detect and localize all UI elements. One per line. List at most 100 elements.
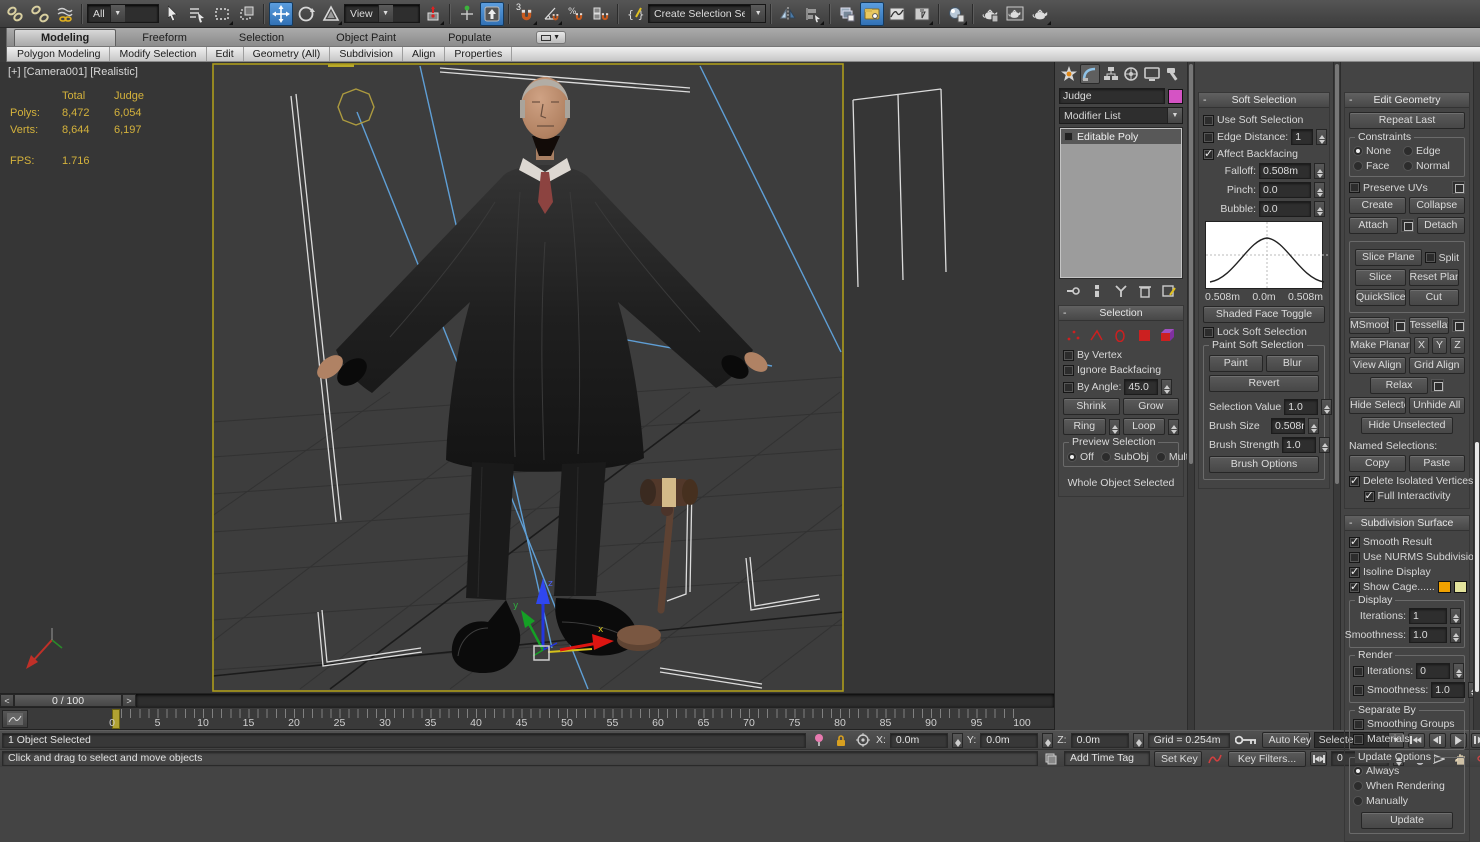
reference-coordinate-dropdown[interactable]: View▼ xyxy=(344,4,420,23)
y-spinner[interactable] xyxy=(1042,733,1053,748)
smoothing-groups-checkbox[interactable] xyxy=(1353,719,1364,730)
show-cage-checkbox[interactable] xyxy=(1349,582,1360,593)
planar-z-button[interactable]: Z xyxy=(1450,337,1465,354)
create-button[interactable]: Create xyxy=(1349,197,1406,214)
window-crossing-toggle-icon[interactable] xyxy=(235,2,259,26)
subtab-align[interactable]: Align xyxy=(403,47,445,61)
mirror-icon[interactable] xyxy=(776,2,800,26)
delete-isolated-vertices-checkbox[interactable] xyxy=(1349,476,1360,487)
cage-color-swatch-1[interactable] xyxy=(1438,581,1451,593)
brush-options-button[interactable]: Brush Options xyxy=(1209,456,1319,473)
subtab-polygon-modeling[interactable]: Polygon Modeling xyxy=(8,47,110,61)
attach-button[interactable]: Attach xyxy=(1349,217,1398,234)
use-nurms-checkbox[interactable] xyxy=(1349,552,1360,563)
repeat-last-button[interactable]: Repeat Last xyxy=(1349,112,1465,129)
edit-geometry-rollout-header[interactable]: -Edit Geometry xyxy=(1345,93,1469,108)
orbit-camera-icon[interactable] xyxy=(1474,751,1480,767)
lock-soft-selection-checkbox[interactable] xyxy=(1203,327,1214,338)
tessellate-settings-icon[interactable] xyxy=(1452,319,1465,332)
modifier-list-dropdown[interactable]: Modifier List▼ xyxy=(1059,107,1183,124)
detach-button[interactable]: Detach xyxy=(1417,217,1466,234)
render-production-icon[interactable] xyxy=(1028,2,1052,26)
x-coordinate-field[interactable]: 0.0m xyxy=(890,733,948,748)
collapse-button[interactable]: Collapse xyxy=(1409,197,1466,214)
align-icon[interactable] xyxy=(801,2,825,26)
snaps-toggle-icon[interactable]: 3 xyxy=(514,2,538,26)
paste-button[interactable]: Paste xyxy=(1409,455,1466,472)
display-smoothness-spinner[interactable] xyxy=(1450,627,1461,643)
named-selection-sets-dropdown[interactable]: Create Selection Se▼ xyxy=(648,4,766,23)
subtab-subdivision[interactable]: Subdivision xyxy=(330,47,403,61)
render-iterations-checkbox[interactable] xyxy=(1353,666,1364,677)
angle-spinner[interactable] xyxy=(1161,379,1172,395)
blur-button[interactable]: Blur xyxy=(1266,355,1320,372)
constraint-face-radio[interactable] xyxy=(1353,161,1363,171)
isoline-display-checkbox[interactable] xyxy=(1349,567,1360,578)
edge-distance-checkbox[interactable] xyxy=(1203,132,1214,143)
use-pivot-point-icon[interactable] xyxy=(421,2,445,26)
angle-snap-icon[interactable] xyxy=(539,2,563,26)
track-bar[interactable]: 0510152025303540455055606570758085909510… xyxy=(0,707,1054,730)
brush-strength-field[interactable]: 1.0 xyxy=(1282,437,1316,453)
select-and-move-icon[interactable] xyxy=(269,2,293,26)
update-when-rendering-radio[interactable] xyxy=(1353,781,1363,791)
preview-off-radio[interactable] xyxy=(1067,452,1077,462)
set-key-mode-icon[interactable] xyxy=(1206,751,1224,767)
brush-size-spinner[interactable] xyxy=(1308,418,1319,434)
camera-viewport[interactable]: z y x [+] [Camera001] [Realistic] TotalJ… xyxy=(0,62,1054,693)
pinch-field[interactable]: 0.0 xyxy=(1259,182,1311,198)
stack-item-editable-poly[interactable]: Editable Poly xyxy=(1061,129,1181,144)
render-smoothness-checkbox[interactable] xyxy=(1353,685,1364,696)
paint-button[interactable]: Paint xyxy=(1209,355,1263,372)
frame-spinner[interactable] xyxy=(1393,751,1404,766)
bind-to-space-warp-icon[interactable] xyxy=(53,2,77,26)
msmooth-settings-icon[interactable] xyxy=(1393,319,1406,332)
preview-multi-radio[interactable] xyxy=(1156,452,1166,462)
render-iterations-spinner[interactable] xyxy=(1453,663,1464,679)
panel-scrollbar-1[interactable] xyxy=(1187,62,1195,730)
auto-key-button[interactable]: Auto Key xyxy=(1262,732,1310,748)
brush-size-field[interactable]: 0.508m xyxy=(1271,418,1305,434)
tab-modeling[interactable]: Modeling xyxy=(14,29,116,46)
configure-modifier-sets-icon[interactable] xyxy=(1161,283,1177,299)
relax-button[interactable]: Relax xyxy=(1370,377,1428,394)
full-interactivity-checkbox[interactable] xyxy=(1364,491,1375,502)
material-editor-icon[interactable] xyxy=(944,2,968,26)
shaded-face-toggle-button[interactable]: Shaded Face Toggle xyxy=(1203,306,1325,323)
msmooth-button[interactable]: MSmooth xyxy=(1349,317,1390,334)
use-soft-selection-checkbox[interactable] xyxy=(1203,115,1214,126)
grow-button[interactable]: Grow xyxy=(1123,398,1180,415)
rendered-frame-window-icon[interactable] xyxy=(1003,2,1027,26)
mini-curve-editor-button[interactable] xyxy=(2,710,28,728)
layer-manager-icon[interactable] xyxy=(835,2,859,26)
x-spinner[interactable] xyxy=(952,733,963,748)
bubble-field[interactable]: 0.0 xyxy=(1259,201,1311,217)
time-slider-prev-button[interactable]: < xyxy=(0,694,14,707)
absolute-offset-toggle-icon[interactable] xyxy=(854,732,872,748)
angle-field[interactable]: 45.0 xyxy=(1124,379,1158,395)
view-align-button[interactable]: View Align xyxy=(1349,357,1406,374)
attach-settings-icon[interactable] xyxy=(1401,219,1414,232)
cut-button[interactable]: Cut xyxy=(1409,289,1460,306)
object-color-swatch[interactable] xyxy=(1168,89,1183,104)
planar-x-button[interactable]: X xyxy=(1414,337,1429,354)
tab-freeform[interactable]: Freeform xyxy=(116,30,213,46)
unlink-icon[interactable] xyxy=(28,2,52,26)
edge-distance-spinner[interactable] xyxy=(1316,129,1327,145)
ring-button[interactable]: Ring xyxy=(1063,418,1106,435)
time-slider-next-button[interactable]: > xyxy=(122,694,136,707)
modifier-stack[interactable]: Editable Poly xyxy=(1059,127,1183,279)
remove-modifier-icon[interactable] xyxy=(1137,283,1153,299)
copy-button[interactable]: Copy xyxy=(1349,455,1406,472)
constraint-normal-radio[interactable] xyxy=(1403,161,1413,171)
split-checkbox[interactable] xyxy=(1425,252,1436,263)
preserve-uvs-checkbox[interactable] xyxy=(1349,182,1360,193)
z-coordinate-field[interactable]: 0.0m xyxy=(1071,733,1129,748)
quickslice-button[interactable]: QuickSlice xyxy=(1355,289,1406,306)
materials-checkbox[interactable] xyxy=(1353,734,1364,745)
hierarchy-tab-icon[interactable] xyxy=(1101,64,1121,84)
display-iterations-field[interactable]: 1 xyxy=(1409,608,1447,624)
time-tag-icon[interactable] xyxy=(1042,751,1060,767)
selection-value-spinner[interactable] xyxy=(1321,399,1332,415)
edge-distance-field[interactable]: 1 xyxy=(1291,129,1313,145)
